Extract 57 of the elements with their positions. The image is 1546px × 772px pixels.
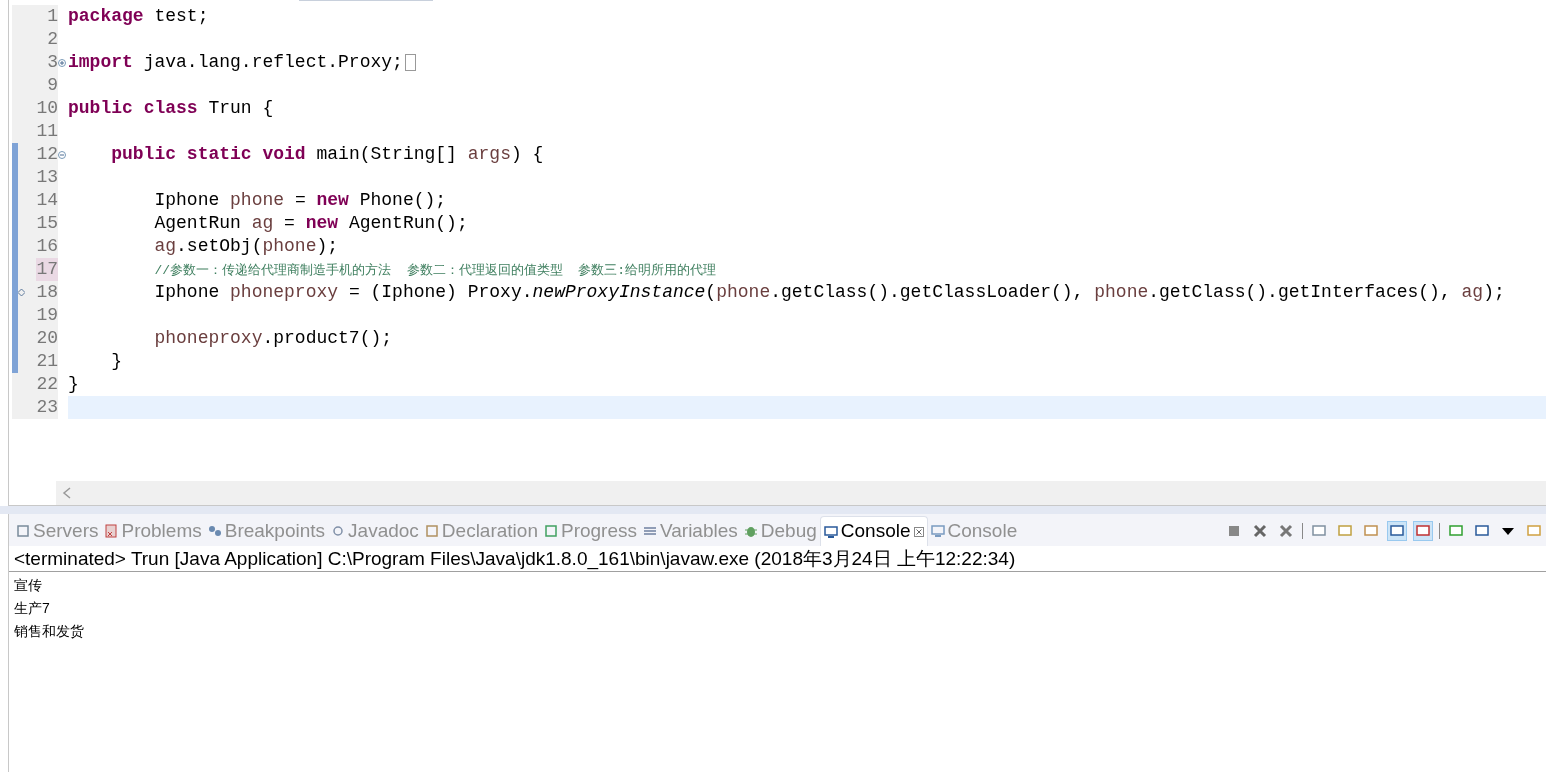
code-line: import java.lang.reflect.Proxy; — [68, 51, 403, 74]
expand-icon[interactable] — [58, 58, 66, 67]
code-line: public static void main(String[] args) { — [110, 143, 544, 166]
folded-code-icon[interactable] — [404, 54, 416, 71]
collapse-icon[interactable] — [58, 150, 66, 159]
close-icon[interactable] — [913, 526, 924, 537]
code-line: } — [68, 373, 79, 396]
console-output-line: 销售和发货 — [14, 622, 85, 641]
panel-tab[interactable]: Variables — [640, 516, 741, 546]
line-number: 3 — [47, 51, 58, 74]
line-number: 16 — [36, 235, 58, 258]
code-line: Iphone phone = new Phone(); — [153, 189, 447, 212]
code-line: package test; — [68, 5, 209, 28]
panel-tab[interactable]: Breakpoints — [204, 516, 329, 546]
line-number: 19 — [36, 304, 58, 327]
code-line: phoneproxy.product7(); — [153, 327, 393, 350]
line-number: 22 — [36, 373, 58, 396]
breakpoints-icon — [207, 524, 222, 538]
close-all-icon — [1279, 524, 1293, 538]
line-number: 13 — [36, 166, 58, 189]
code-line: //参数一：传递给代理商制造手机的方法 参数二：代理返回的值类型 参数三:给明所用的代理 — [153, 261, 717, 280]
panel-tab[interactable]: Console — [927, 516, 1021, 546]
close-icon — [1253, 524, 1267, 538]
code-line: public class Trun { — [68, 97, 274, 120]
line-number: 21 — [36, 350, 58, 373]
panel-tab[interactable]: Console — [819, 516, 928, 546]
panel-tab[interactable]: Debug — [740, 516, 820, 546]
line-number: 2 — [47, 28, 58, 51]
panel-tab[interactable]: Problems — [101, 516, 205, 546]
line-number: 12 — [36, 143, 58, 166]
line-number: 18 — [36, 281, 58, 304]
line-number: 15 — [36, 212, 58, 235]
line-number: 14 — [36, 189, 58, 212]
code-line: } — [110, 350, 123, 373]
bug-icon — [743, 524, 758, 538]
line-number: 17 — [36, 258, 58, 281]
line-number: 9 — [47, 74, 58, 97]
line-number: 1 — [47, 5, 58, 28]
line-number: 11 — [36, 120, 58, 143]
scroll-left-icon[interactable] — [62, 487, 72, 499]
console-output-line: 生产7 — [14, 599, 51, 618]
problems-icon — [104, 524, 119, 538]
variables-icon — [643, 524, 657, 538]
stop-icon — [1227, 524, 1241, 538]
console-output-line: 宣传 — [14, 576, 43, 595]
code-line: AgentRun ag = new AgentRun(); — [153, 212, 468, 235]
panel-tab[interactable]: Progress — [540, 516, 640, 546]
code-line: ag.setObj(phone); — [153, 235, 339, 258]
panel-tab[interactable]: Javadoc — [328, 516, 422, 546]
line-number: 23 — [36, 396, 58, 419]
console-header: <terminated> Trun [Java Application] C:\Program Files\Java\jdk1.8.0_161\bin\javaw.exe (2018年3月24日 上午12:22:34) — [9, 546, 1546, 572]
panel-tab[interactable]: Servers — [13, 516, 102, 546]
line-number: 10 — [36, 97, 58, 120]
panel-tab[interactable]: Declaration — [421, 516, 541, 546]
horizontal-scrollbar[interactable] — [56, 481, 1546, 505]
line-number: 20 — [36, 327, 58, 350]
code-line: Iphone phoneproxy = (Iphone) Proxy.newProxyInstance(phone.getClass().getClassLoader(), phone.getClass().getInterfaces(), ag); — [153, 281, 1505, 304]
